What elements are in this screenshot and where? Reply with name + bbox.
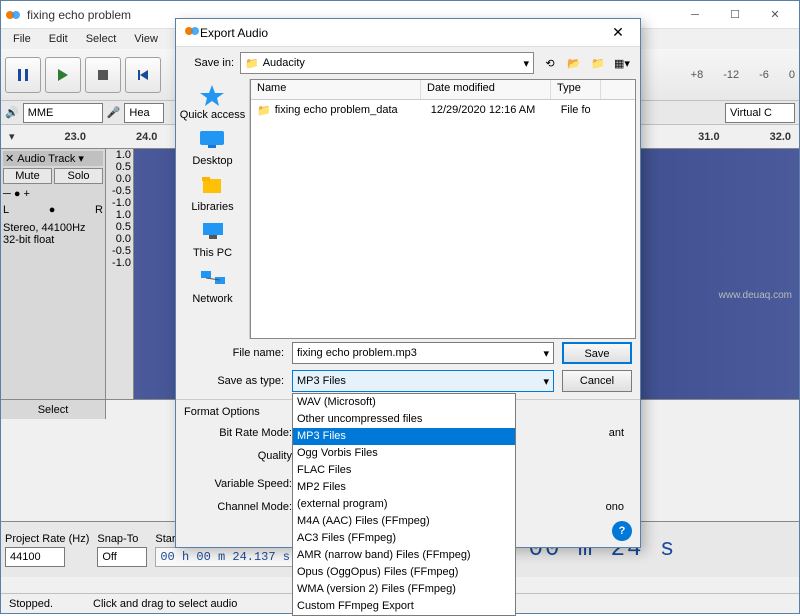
track-close-icon[interactable]: ✕ (5, 152, 14, 165)
savetype-option[interactable]: FLAC Files (293, 462, 515, 479)
project-rate-combo[interactable]: 44100 (5, 547, 65, 567)
col-name[interactable]: Name (251, 80, 421, 99)
bitrate-label: Bit Rate Mode: (192, 427, 292, 439)
filename-input[interactable]: fixing echo problem.mp3▾ (292, 342, 554, 364)
dialog-close-button[interactable]: ✕ (604, 19, 632, 47)
savetype-option[interactable]: (external program) (293, 496, 515, 513)
place-this-pc[interactable]: This PC (193, 221, 232, 259)
selection-start[interactable]: 00 h 00 m 24.137 s (155, 547, 295, 567)
savetype-option[interactable]: Ogg Vorbis Files (293, 445, 515, 462)
place-desktop[interactable]: Desktop (192, 129, 232, 167)
varspeed-label: Variable Speed: (192, 478, 292, 490)
dialog-titlebar: Export Audio ✕ (176, 19, 640, 47)
select-button[interactable]: Select (1, 400, 106, 419)
mute-button[interactable]: Mute (3, 168, 52, 184)
mic-icon: 🎤 (107, 106, 121, 119)
dialog-title: Export Audio (200, 26, 604, 40)
pause-button[interactable] (5, 57, 41, 93)
menu-view[interactable]: View (126, 31, 166, 47)
back-icon[interactable]: ⟲ (540, 53, 560, 73)
watermark: www.deuaq.com (719, 290, 792, 301)
savetype-dropdown[interactable]: WAV (Microsoft) Other uncompressed files… (292, 393, 516, 616)
track-bitdepth: 32-bit float (3, 234, 103, 246)
cancel-button[interactable]: Cancel (562, 370, 632, 392)
quality-label: Quality (192, 450, 292, 462)
play-button[interactable] (45, 57, 81, 93)
host-icon: 🔊 (5, 106, 19, 119)
save-in-combo[interactable]: 📁 Audacity ▾ (240, 52, 534, 74)
track-control-panel[interactable]: ✕ Audio Track ▾ MuteSolo ─ ● + L●R Stere… (1, 149, 106, 399)
channel-label: Channel Mode: (192, 501, 292, 513)
maximize-button[interactable]: ☐ (715, 1, 755, 29)
stop-button[interactable] (85, 57, 121, 93)
close-button[interactable]: ✕ (755, 1, 795, 29)
file-row[interactable]: 📁 fixing echo problem_data 12/29/2020 12… (251, 100, 635, 120)
savetype-option[interactable]: MP2 Files (293, 479, 515, 496)
status-hint: Click and drag to select audio (93, 598, 237, 610)
savetype-option[interactable]: Opus (OggOpus) Files (FFmpeg) (293, 564, 515, 581)
file-list-headers[interactable]: Name Date modified Type (251, 80, 635, 100)
savetype-option[interactable]: AC3 Files (FFmpeg) (293, 530, 515, 547)
savetype-option[interactable]: M4A (AAC) Files (FFmpeg) (293, 513, 515, 530)
project-rate-label: Project Rate (Hz) (5, 533, 89, 545)
places-bar: Quick access Desktop Libraries This PC N… (176, 79, 250, 339)
app-icon (5, 7, 21, 23)
new-folder-icon[interactable]: 📁 (588, 53, 608, 73)
folder-icon: 📁 (257, 104, 271, 117)
save-in-label: Save in: (184, 57, 234, 69)
play-device-combo[interactable]: Virtual C (725, 103, 795, 123)
db-meter-ticks: +8-12-60 (691, 69, 795, 81)
menu-file[interactable]: File (5, 31, 39, 47)
savetype-option[interactable]: WAV (Microsoft) (293, 394, 515, 411)
savetype-option[interactable]: MP3 Files (293, 428, 515, 445)
menu-edit[interactable]: Edit (41, 31, 76, 47)
rec-device-combo[interactable]: Hea (124, 103, 164, 123)
skip-start-button[interactable] (125, 57, 161, 93)
track-format: Stereo, 44100Hz (3, 222, 103, 234)
view-menu-icon[interactable]: ▦▾ (612, 53, 632, 73)
help-button[interactable]: ? (612, 521, 632, 541)
savetype-option[interactable]: Other uncompressed files (293, 411, 515, 428)
export-audio-dialog: Export Audio ✕ Save in: 📁 Audacity ▾ ⟲ 📂… (175, 18, 641, 548)
savetype-label: Save as type: (184, 375, 284, 387)
place-network[interactable]: Network (192, 267, 232, 305)
filename-label: File name: (184, 347, 284, 359)
folder-icon: 📁 (245, 57, 259, 70)
minimize-button[interactable]: ─ (675, 1, 715, 29)
file-list[interactable]: Name Date modified Type 📁 fixing echo pr… (250, 79, 636, 339)
col-date[interactable]: Date modified (421, 80, 551, 99)
solo-button[interactable]: Solo (54, 168, 103, 184)
snap-label: Snap-To (97, 533, 147, 545)
savetype-option[interactable]: Custom FFmpeg Export (293, 598, 515, 615)
cursor-marker: ▾ (9, 130, 15, 143)
dialog-icon (184, 23, 200, 42)
savetype-option[interactable]: AMR (narrow band) Files (FFmpeg) (293, 547, 515, 564)
status-state: Stopped. (9, 598, 53, 610)
snap-combo[interactable]: Off (97, 547, 147, 567)
col-type[interactable]: Type (551, 80, 601, 99)
save-button[interactable]: Save (562, 342, 632, 364)
host-api-combo[interactable]: MME (23, 103, 103, 123)
savetype-option[interactable]: WMA (version 2) Files (FFmpeg) (293, 581, 515, 598)
place-quick-access[interactable]: Quick access (180, 83, 245, 121)
place-libraries[interactable]: Libraries (191, 175, 233, 213)
savetype-combo[interactable]: MP3 Files▾ WAV (Microsoft) Other uncompr… (292, 370, 554, 392)
amplitude-scale: 1.00.50.0-0.5-1.0 1.00.50.0-0.5-1.0 (106, 149, 134, 399)
track-name[interactable]: Audio Track (17, 153, 75, 165)
menu-select[interactable]: Select (78, 31, 125, 47)
up-icon[interactable]: 📂 (564, 53, 584, 73)
